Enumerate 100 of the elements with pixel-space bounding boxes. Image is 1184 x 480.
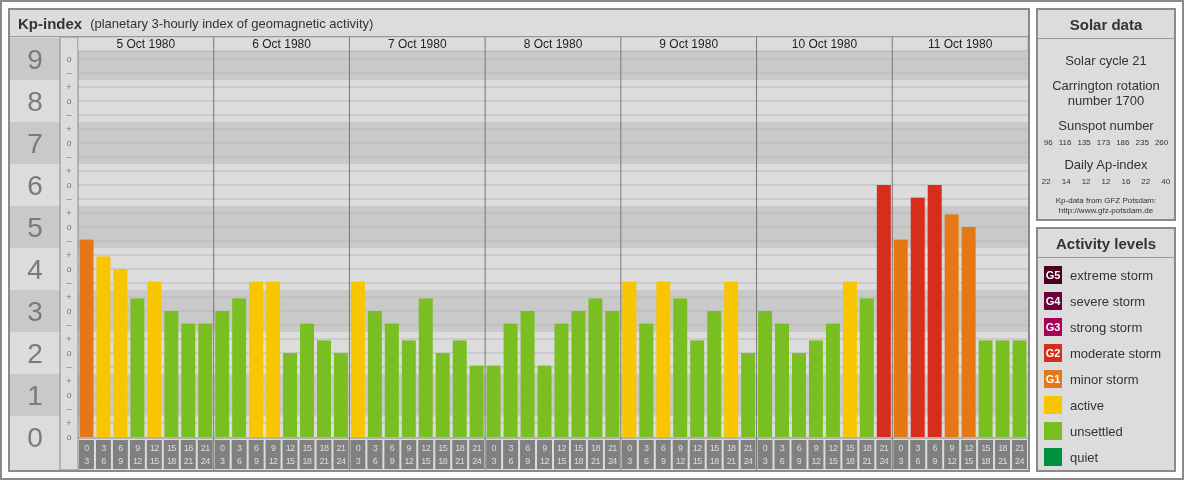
time-slot-label: 21 24: [472, 443, 482, 466]
time-slot-box: [95, 440, 111, 469]
time-slot-label: 9 12: [811, 443, 821, 466]
tick-mark: –: [66, 278, 72, 288]
legend-label: moderate storm: [1070, 345, 1162, 361]
time-slot-label: 6 9: [932, 443, 937, 466]
tick-mark: –: [66, 320, 72, 330]
axis-stripe: [10, 206, 60, 248]
time-slot-label: 18 21: [726, 443, 736, 466]
sunspot-label: Sunspot number: [1058, 118, 1154, 133]
tick-mark: –: [66, 362, 72, 372]
tick-mark: +: [66, 334, 72, 344]
time-slot-box: [791, 440, 807, 469]
tick-mark: o: [66, 306, 72, 316]
sunspot-value: 186: [1116, 138, 1130, 147]
kp-bar: [469, 365, 484, 437]
time-slot-box: [927, 440, 943, 469]
time-slot-box: [655, 440, 671, 469]
tick-mark: o: [66, 264, 72, 274]
time-slot-label: 21 24: [743, 443, 753, 466]
time-slot-label: 15 18: [845, 443, 855, 466]
tick-mark: +: [66, 82, 72, 92]
panel-title: Solar data: [1038, 10, 1174, 39]
time-slot-label: 18 21: [591, 443, 600, 466]
time-slot-label: 15 18: [166, 443, 176, 466]
time-slot-label: 0 3: [491, 443, 496, 466]
time-slot-label: 3 6: [372, 443, 378, 466]
time-slot-box: [978, 440, 994, 469]
axis-stripe: [10, 38, 60, 80]
time-slot-box: [503, 440, 519, 469]
level-badge: G4: [1044, 292, 1062, 310]
axis-label: 4: [27, 254, 43, 285]
tick-mark: +: [66, 418, 72, 428]
axis-label: 2: [27, 338, 43, 369]
tick-mark: o: [66, 180, 72, 190]
time-slot-label: 0 3: [762, 443, 768, 466]
tick-mark: o: [66, 222, 72, 232]
time-slot-label: 15 18: [438, 443, 448, 466]
sunspot-value: 235: [1135, 138, 1149, 147]
time-slot-box: [638, 440, 654, 469]
day-label: 5 Oct 1980: [116, 37, 176, 51]
sunspot-value: 96: [1043, 138, 1053, 147]
time-slot-label: 15 18: [709, 443, 719, 466]
axis-label: 3: [27, 296, 43, 327]
time-slot-label: 0 3: [220, 443, 225, 466]
time-slot-label: 12 15: [964, 443, 974, 466]
legend-label: severe storm: [1070, 293, 1146, 309]
ap-index-value: 22: [1041, 177, 1051, 186]
tick-mark: o: [66, 54, 72, 64]
time-slot-box: [367, 440, 383, 469]
level-badge: G3: [1044, 318, 1062, 336]
sunspot-value: 260: [1154, 138, 1169, 147]
time-slot-label: 21 24: [200, 443, 210, 466]
time-slot-box: [384, 440, 400, 469]
tick-mark: +: [66, 292, 72, 302]
level-badge: G2: [1044, 344, 1062, 362]
ap-index-label: Daily Ap-index: [1064, 157, 1148, 172]
axis-stripe: [10, 122, 60, 164]
ap-index-value: 12: [1101, 177, 1111, 186]
legend-label: active: [1070, 397, 1104, 413]
time-slot-label: 12 15: [285, 443, 295, 466]
time-slot-box: [910, 440, 926, 469]
time-slot-box: [214, 440, 230, 469]
time-slot-label: 18 21: [998, 443, 1007, 466]
axis-stripe: [10, 374, 60, 416]
time-slot-label: 21 24: [1015, 443, 1024, 466]
time-slot-label: 3 6: [236, 443, 242, 466]
time-slot-label: 9 12: [404, 443, 414, 466]
time-slot-label: 6 9: [796, 443, 802, 466]
time-slot-label: 12 15: [828, 443, 838, 466]
time-slot-label: 6 9: [118, 443, 123, 466]
tick-mark: –: [66, 194, 72, 204]
tick-mark: –: [66, 404, 72, 414]
time-slot-label: 6 9: [661, 443, 666, 466]
time-slot-box: [774, 440, 790, 469]
time-slot-label: 12 15: [421, 443, 431, 466]
tick-mark: o: [66, 348, 72, 358]
credit-text: http://www.gfz-potsdam.de: [1057, 206, 1155, 216]
time-slot-label: 18 21: [455, 443, 465, 466]
tick-mark: –: [66, 68, 72, 78]
time-slot-label: 12 15: [149, 443, 159, 466]
rotation-text: Carrington rotation number 1700: [1051, 78, 1161, 108]
sunspot-value: 116: [1058, 138, 1072, 147]
axis-label: 1: [27, 380, 43, 411]
legend-label: quiet: [1070, 449, 1099, 465]
time-slot-label: 21 24: [607, 443, 617, 466]
solar-cycle-text: Solar cycle 21: [1065, 53, 1147, 68]
day-label: 9 Oct 1980: [659, 37, 719, 51]
time-slot-label: 9 12: [268, 443, 278, 466]
tick-mark: +: [66, 166, 72, 176]
time-slot-box: [570, 440, 586, 469]
time-slot-box: [231, 440, 247, 469]
sunspot-value: 135: [1077, 138, 1091, 147]
time-slot-box: [587, 440, 603, 469]
time-slot-label: 6 9: [389, 443, 395, 466]
time-slot-label: 21 24: [336, 443, 346, 466]
time-slot-box: [248, 440, 264, 469]
time-slot-label: 3 6: [508, 443, 513, 466]
time-slot-box: [112, 440, 128, 469]
time-slot-label: 3 6: [644, 443, 649, 466]
